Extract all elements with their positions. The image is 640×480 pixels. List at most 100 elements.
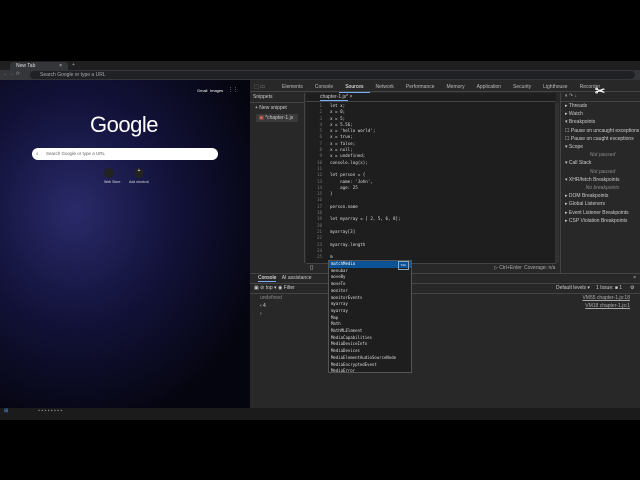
shortcut-web-store[interactable]: [104, 168, 114, 178]
console-message: ‹ 4 VM18 chapter-1.js:1: [250, 302, 640, 310]
autocomplete-item[interactable]: moveBy: [329, 274, 411, 281]
autocomplete-item[interactable]: matchMedia Tab: [329, 261, 411, 270]
code-text: x = 0;: [330, 109, 346, 115]
tab-strip: [0, 61, 640, 70]
coverage-status: Coverage: n/a: [524, 265, 556, 271]
autocomplete-item[interactable]: Map: [329, 315, 411, 322]
section-header[interactable]: ▸ DOM Breakpoints: [561, 192, 640, 200]
autocomplete-item[interactable]: moveTo: [329, 281, 411, 288]
exception-checkbox[interactable]: ☐ Pause on caught exceptions: [561, 135, 640, 143]
taskbar-apps-icon[interactable]: ▪ ▪ ▪ ▪ ▪ ▪ ▪ ▪: [38, 408, 62, 414]
shortcut-label: Add shortcut: [129, 180, 149, 184]
item-label: myarray: [331, 307, 348, 313]
code-text: person.name: [330, 203, 358, 209]
issues-button[interactable]: 1 Issue: ■ 1: [596, 284, 622, 293]
section-header[interactable]: ▸ Event Listener Breakpoints: [561, 209, 640, 217]
code-text: x = undefined;: [330, 153, 366, 159]
section-header[interactable]: ▾ Call Stack: [561, 159, 640, 167]
browser-tab[interactable]: New Tab ×: [10, 62, 68, 70]
tab-security[interactable]: Security: [507, 82, 537, 92]
start-icon[interactable]: ⊞: [4, 408, 8, 414]
close-icon[interactable]: ×: [349, 94, 352, 100]
code-text: console.log(x);: [330, 159, 368, 165]
close-tab-icon[interactable]: ×: [59, 63, 62, 69]
inspect-icon[interactable]: ⬚ ▭: [254, 84, 265, 90]
item-label: myarray: [331, 301, 348, 307]
tab-lighthouse[interactable]: Lighthouse: [537, 82, 573, 92]
section-header[interactable]: ▾ XHR/fetch Breakpoints: [561, 176, 640, 184]
sidebar-toggle-icon[interactable]: ▣ ⊘: [254, 285, 264, 291]
images-link[interactable]: Images: [210, 88, 223, 93]
levels-select[interactable]: Default levels ▾: [556, 284, 590, 293]
code-text: age: 25: [330, 184, 358, 190]
item-label: monitor: [331, 287, 348, 293]
tab-sources[interactable]: Sources: [339, 82, 370, 93]
tab-elements[interactable]: Elements: [276, 82, 309, 92]
tab-network[interactable]: Network: [370, 82, 400, 92]
autocomplete-item[interactable]: MathMLElement: [329, 328, 411, 335]
code-text: m: [330, 254, 333, 260]
snippet-file[interactable]: ▣ *chapter-1.js: [256, 114, 298, 122]
editor-scrollbar[interactable]: [555, 103, 559, 263]
code-text: x = null;: [330, 147, 353, 153]
close-drawer-icon[interactable]: ×: [633, 274, 636, 283]
message-text: ›: [260, 311, 262, 317]
tab-console[interactable]: Console: [309, 82, 339, 92]
autocomplete-item[interactable]: Math: [329, 321, 411, 328]
autocomplete-item[interactable]: monitorEvents: [329, 295, 411, 302]
new-tab-button[interactable]: +: [72, 62, 75, 68]
filter-input[interactable]: Filter: [284, 285, 295, 291]
code-text: myarray.length: [330, 241, 366, 247]
settings-icon[interactable]: ⚙: [630, 284, 634, 293]
section-header[interactable]: ▸ Threads: [561, 102, 640, 110]
section-header[interactable]: ▾ Breakpoints: [561, 118, 640, 126]
eye-icon[interactable]: ◉: [278, 285, 282, 291]
section-header[interactable]: ▸ Watch: [561, 110, 640, 118]
autocomplete-item[interactable]: MediaError: [329, 368, 411, 372]
autocomplete-item[interactable]: MediaElementAudioSourceNode: [329, 355, 411, 362]
add-shortcut-button[interactable]: +: [134, 168, 144, 178]
tab-application[interactable]: Application: [471, 82, 507, 92]
tab-memory[interactable]: Memory: [441, 82, 471, 92]
code-lines[interactable]: 1 let x; 2 x = 0; 3 x = 5; 4 x = 5.56; 5 x = 'hel…: [306, 103, 401, 260]
autocomplete-item[interactable]: MediaDevices: [329, 348, 411, 355]
code-text: x = 'hello world';: [330, 128, 376, 134]
item-label: Map: [331, 314, 339, 320]
console-message: ›: [250, 310, 640, 318]
google-logo: Google: [90, 112, 158, 137]
run-snippet-button[interactable]: ▷ Ctrl+Enter: [494, 264, 522, 272]
source-link[interactable]: VM18 chapter-1.js:1: [585, 302, 630, 310]
apps-icon[interactable]: ⋮⋮: [228, 87, 238, 93]
context-select[interactable]: top ▾: [266, 285, 277, 291]
shortcut-label: Web Store: [104, 180, 121, 184]
omnibox[interactable]: Search Google or type a URL: [30, 71, 635, 79]
code-text: x = 5;: [330, 115, 346, 121]
section-header[interactable]: ▾ Scope: [561, 143, 640, 151]
autocomplete-item[interactable]: MediaCapabilities: [329, 335, 411, 342]
taskbar: ⊞ ▪ ▪ ▪ ▪ ▪ ▪ ▪ ▪: [0, 408, 640, 420]
section-header[interactable]: ▸ Global Listeners: [561, 200, 640, 208]
format-icon[interactable]: {}: [310, 265, 313, 271]
autocomplete-item[interactable]: MediaDeviceInfo: [329, 341, 411, 348]
code-text: x = false;: [330, 140, 356, 146]
section-header[interactable]: ▸ CSP Violation Breakpoints: [561, 217, 640, 225]
autocomplete-item[interactable]: myarray: [329, 301, 411, 308]
autocomplete-item[interactable]: myarray: [329, 308, 411, 315]
item-label: matchMedia: [331, 261, 356, 266]
autocomplete-item[interactable]: monitor: [329, 288, 411, 295]
tab-snippets[interactable]: Snippets: [250, 93, 304, 103]
item-label: menubar: [331, 267, 348, 273]
tab-ai-assistance[interactable]: AI assistance: [282, 275, 312, 281]
tab-performance[interactable]: Performance: [400, 82, 441, 92]
source-link[interactable]: VM55 chapter-1.js:18: [582, 294, 630, 302]
autocomplete-item[interactable]: MediaEncryptedEvent: [329, 362, 411, 369]
exception-checkbox[interactable]: ☐ Pause on uncaught exceptions: [561, 127, 640, 135]
line-number: 25: [316, 254, 322, 260]
new-snippet-button[interactable]: + New snippet: [250, 103, 304, 113]
search-input[interactable]: ⌕ Search Google or type a URL: [32, 148, 218, 160]
item-label: MediaElementAudioSourceNode: [331, 354, 397, 360]
nav-buttons-icon[interactable]: ← → ⟳: [3, 71, 20, 77]
tab-console-drawer[interactable]: Console: [258, 275, 277, 282]
gmail-link[interactable]: Gmail: [197, 88, 207, 93]
editor-tab[interactable]: chapter-1.js*: [320, 94, 349, 101]
